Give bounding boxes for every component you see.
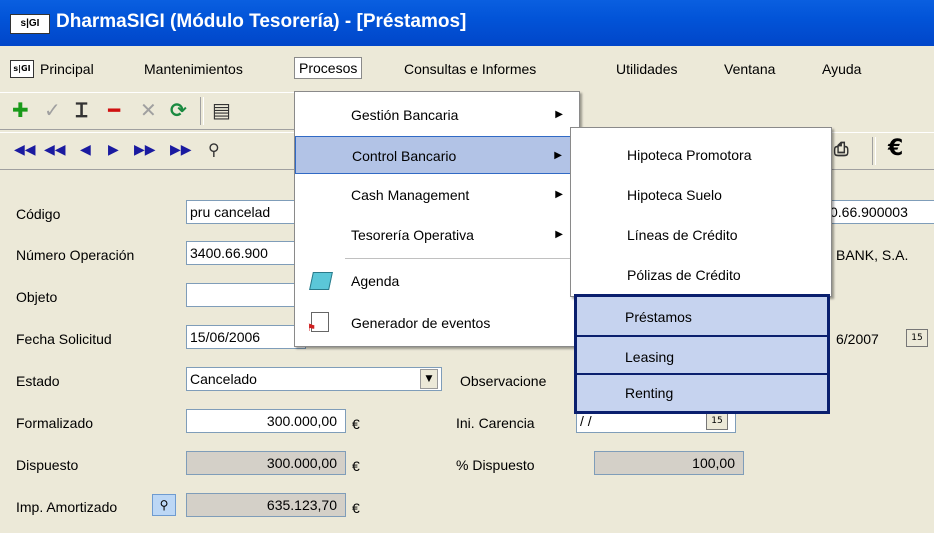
window-title: DharmaSIGI (Módulo Tesorería) - [Préstam… (56, 11, 467, 32)
cancel-icon[interactable]: ✕ (140, 99, 157, 121)
submenu-arrow-icon: ▶ (554, 150, 562, 161)
toolbar-separator (200, 97, 204, 125)
ini-carencia-label: Ini. Carencia (456, 415, 535, 431)
menu-item-label: Hipoteca Promotora (627, 147, 752, 163)
toolbar-separator (872, 137, 876, 165)
next-page-icon[interactable]: ▶▶ (134, 139, 156, 161)
menu-item-label: Renting (625, 385, 674, 401)
menu-item-polizas-credito[interactable]: Pólizas de Crédito (571, 256, 831, 294)
submenu-arrow-icon: ▶ (555, 229, 563, 240)
menu-item-label: Préstamos (625, 309, 692, 325)
menu-item-agenda[interactable]: Agenda (295, 262, 579, 300)
menu-ayuda[interactable]: Ayuda (822, 61, 861, 77)
objeto-field[interactable] (186, 283, 306, 307)
dispuesto-field: 300.000,00 (186, 451, 346, 475)
objeto-label: Objeto (16, 289, 58, 305)
menu-item-label: Gestión Bancaria (351, 107, 459, 123)
fecha-solicitud-field[interactable]: 15/06/2006 (186, 325, 306, 349)
menu-mantenimientos[interactable]: Mantenimientos (144, 61, 243, 77)
menu-item-hipoteca-promotora[interactable]: Hipoteca Promotora (571, 136, 831, 174)
currency-symbol: € (352, 458, 360, 474)
last-record-icon[interactable]: ▶▶ (170, 139, 192, 161)
formalizado-label: Formalizado (16, 415, 94, 431)
menu-item-prestamos[interactable]: Préstamos (577, 297, 827, 337)
menu-item-label: Hipoteca Suelo (627, 187, 722, 203)
menu-separator (345, 258, 575, 259)
app-logo: s|GI (10, 14, 50, 34)
menu-item-gestion-bancaria[interactable]: Gestión Bancaria ▶ (295, 96, 579, 134)
submenu-arrow-icon: ▶ (555, 109, 563, 120)
add-icon[interactable]: ✚ (12, 99, 29, 121)
print-icon[interactable]: ⎙ (834, 139, 848, 161)
right-code-field[interactable]: 0.66.900003 (826, 200, 934, 224)
submenu-arrow-icon: ▶ (555, 189, 563, 200)
title-bar: s|GI DharmaSIGI (Módulo Tesorería) - [Pr… (0, 0, 934, 46)
menu-item-cash-management[interactable]: Cash Management ▶ (295, 176, 579, 214)
imp-amortizado-field: 635.123,70 (186, 493, 346, 517)
menu-item-renting[interactable]: Renting (577, 373, 827, 413)
menu-item-label: Agenda (351, 273, 400, 289)
calendar-icon[interactable]: 15 (906, 329, 928, 347)
menu-principal[interactable]: Principal (40, 61, 94, 77)
formalizado-field[interactable]: 300.000,00 (186, 409, 346, 433)
codigo-label: Código (16, 206, 61, 222)
currency-symbol: € (352, 416, 360, 432)
prev-page-icon[interactable]: ◀◀ (44, 139, 66, 161)
check-icon[interactable]: ✓ (44, 99, 61, 121)
menu-bar: s|GI Principal Mantenimientos Procesos C… (0, 52, 934, 86)
estado-label: Estado (16, 373, 60, 389)
search-icon[interactable]: ⚲ (152, 494, 176, 516)
observaciones-label: Observacione (460, 373, 547, 389)
dispuesto-label: Dispuesto (16, 457, 79, 473)
menu-logo: s|GI (10, 60, 34, 78)
menu-item-generador-eventos[interactable]: ⚑ Generador de eventos (295, 304, 579, 342)
menu-utilidades[interactable]: Utilidades (616, 61, 677, 77)
menu-item-label: Control Bancario (352, 148, 457, 164)
menu-consultas[interactable]: Consultas e Informes (404, 61, 536, 77)
imp-amortizado-label: Imp. Amortizado (16, 499, 118, 515)
next-record-icon[interactable]: ▶ (108, 139, 119, 161)
menu-item-label: Tesorería Operativa (351, 227, 474, 243)
menu-item-leasing[interactable]: Leasing (577, 337, 827, 377)
menu-item-label: Leasing (625, 349, 675, 365)
pct-dispuesto-field: 100,00 (594, 451, 744, 475)
menu-item-label: Cash Management (351, 187, 470, 203)
document-icon[interactable]: ▤ (212, 99, 231, 121)
menu-item-label: Líneas de Crédito (627, 227, 738, 243)
estado-select[interactable]: Cancelado (186, 367, 442, 391)
binoculars-icon[interactable]: ⚲ (208, 139, 220, 161)
menu-item-label: Generador de eventos (351, 315, 491, 331)
menu-item-tesoreria-operativa[interactable]: Tesorería Operativa ▶ (295, 216, 579, 254)
highlight-box: Préstamos Leasing Renting (574, 294, 830, 414)
menu-item-control-bancario[interactable]: Control Bancario ▶ (295, 136, 579, 174)
menu-item-hipoteca-suelo[interactable]: Hipoteca Suelo (571, 176, 831, 214)
bank-name-text: BANK, S.A. (836, 247, 909, 263)
prev-record-icon[interactable]: ◀ (80, 139, 91, 161)
procesos-menu: Gestión Bancaria ▶ Control Bancario ▶ Ca… (294, 91, 580, 347)
control-bancario-menu: Hipoteca Promotora Hipoteca Suelo Líneas… (570, 127, 832, 297)
end-date-text: 6/2007 (836, 331, 879, 347)
flag-icon: ⚑ (307, 323, 316, 334)
text-cursor-icon[interactable]: Ɪ (76, 99, 87, 121)
menu-procesos[interactable]: Procesos (294, 57, 363, 79)
edit-toolbar: ✚ ✓ Ɪ ━ ✕ ⟳ ▤ (0, 92, 300, 130)
first-record-icon[interactable]: ◀◀ (14, 139, 36, 161)
refresh-icon[interactable]: ⟳ (170, 99, 187, 121)
euro-icon[interactable]: € (888, 138, 903, 160)
codigo-field[interactable]: pru cancelad (186, 200, 306, 224)
fecha-solicitud-label: Fecha Solicitud (16, 331, 112, 347)
pct-dispuesto-label: % Dispuesto (456, 457, 535, 473)
menu-item-label: Pólizas de Crédito (627, 267, 741, 283)
calendar-icon[interactable]: 15 (706, 412, 728, 430)
chevron-down-icon[interactable]: ▼ (420, 369, 438, 389)
agenda-icon (309, 272, 333, 290)
menu-item-lineas-credito[interactable]: Líneas de Crédito (571, 216, 831, 254)
currency-symbol: € (352, 500, 360, 516)
menu-ventana[interactable]: Ventana (724, 61, 775, 77)
numero-operacion-label: Número Operación (16, 247, 135, 263)
delete-icon[interactable]: ━ (108, 99, 120, 121)
numero-operacion-field[interactable]: 3400.66.900 (186, 241, 306, 265)
